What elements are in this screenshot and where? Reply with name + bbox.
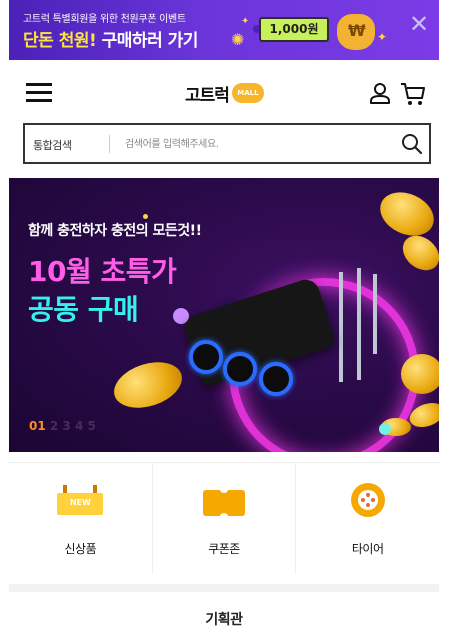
- category-tire[interactable]: 타이어: [296, 463, 439, 574]
- decor-dot: [143, 214, 148, 219]
- charging-cable: [357, 268, 361, 380]
- charger-socket: [259, 362, 293, 396]
- logo[interactable]: 고트럭 MALL: [185, 81, 264, 106]
- special-section-title: 기획관: [205, 612, 243, 628]
- hero-pager[interactable]: 01 2 3 4 5: [29, 419, 96, 433]
- sparkle-icon: ✺: [231, 30, 245, 49]
- special-section[interactable]: 기획관: [9, 584, 439, 641]
- user-icon[interactable]: [369, 82, 391, 104]
- menu-icon[interactable]: [26, 83, 52, 103]
- tire-icon: [350, 483, 385, 517]
- search-bar: 통합검색: [23, 123, 431, 164]
- pager-current: 01: [29, 419, 46, 433]
- search-input[interactable]: [125, 133, 375, 155]
- charging-cable: [373, 274, 377, 354]
- coin-image: [401, 354, 439, 394]
- app-frame: 고트럭 특별회원을 위한 천원쿠폰 이벤트 단돈 천원! 구매하러 가기 ✺ ✦…: [9, 0, 439, 641]
- search-scope[interactable]: 통합검색: [33, 137, 72, 153]
- logo-badge: MALL: [231, 83, 264, 103]
- promo-banner[interactable]: 고트럭 특별회원을 위한 천원쿠폰 이벤트 단돈 천원! 구매하러 가기 ✺ ✦…: [9, 0, 439, 60]
- coin-image: [373, 184, 439, 244]
- hero-title-line1: 10월 초특가: [28, 255, 177, 288]
- category-label: 신상품: [64, 542, 97, 556]
- pager-rest: 2 3 4 5: [49, 419, 96, 433]
- cart-icon[interactable]: [400, 82, 426, 106]
- new-badge-text: NEW: [69, 498, 91, 507]
- charger-socket: [223, 352, 257, 386]
- charging-cable: [339, 272, 343, 382]
- promo-subtitle: 고트럭 특별회원을 위한 천원쿠폰 이벤트: [23, 14, 186, 25]
- sparkle-icon: ✦: [241, 16, 250, 27]
- hero-banner[interactable]: 함께 충전하자 충전의 모든것!! 10월 초특가 공동 구매 01 2 3 4…: [9, 178, 439, 452]
- category-new-products[interactable]: NEW 신상품: [9, 463, 153, 574]
- close-icon[interactable]: ✕: [409, 12, 429, 36]
- hero-title-line2: 공동 구매: [28, 293, 139, 326]
- coin-image: [108, 354, 188, 416]
- charger-socket: [189, 340, 223, 374]
- sparkle-icon: ✦: [377, 30, 388, 44]
- new-icon: NEW: [57, 485, 104, 515]
- decor-dot: [379, 423, 391, 435]
- search-icon[interactable]: [401, 133, 423, 155]
- category-coupon-zone[interactable]: 쿠폰존: [153, 463, 297, 574]
- coin-image: [396, 228, 439, 278]
- logo-text: 고트럭: [185, 85, 230, 106]
- promo-title-rest: 구매하러 가기: [96, 31, 199, 51]
- category-label: 쿠폰존: [208, 542, 240, 556]
- hero-tagline: 함께 충전하자 충전의 모든것!!: [28, 223, 202, 239]
- promo-title: 단돈 천원! 구매하러 가기: [23, 26, 198, 51]
- header: 고트럭 MALL: [9, 60, 439, 120]
- coupon-ticket: 1,000원: [259, 17, 329, 42]
- search-divider: [109, 135, 110, 153]
- category-menu: NEW 신상품 쿠폰존 타이어: [9, 462, 439, 574]
- category-label: 타이어: [351, 542, 384, 556]
- promo-title-highlight: 단돈 천원!: [23, 31, 97, 51]
- moneybag-icon: [337, 14, 375, 50]
- coupon-icon: [203, 487, 245, 519]
